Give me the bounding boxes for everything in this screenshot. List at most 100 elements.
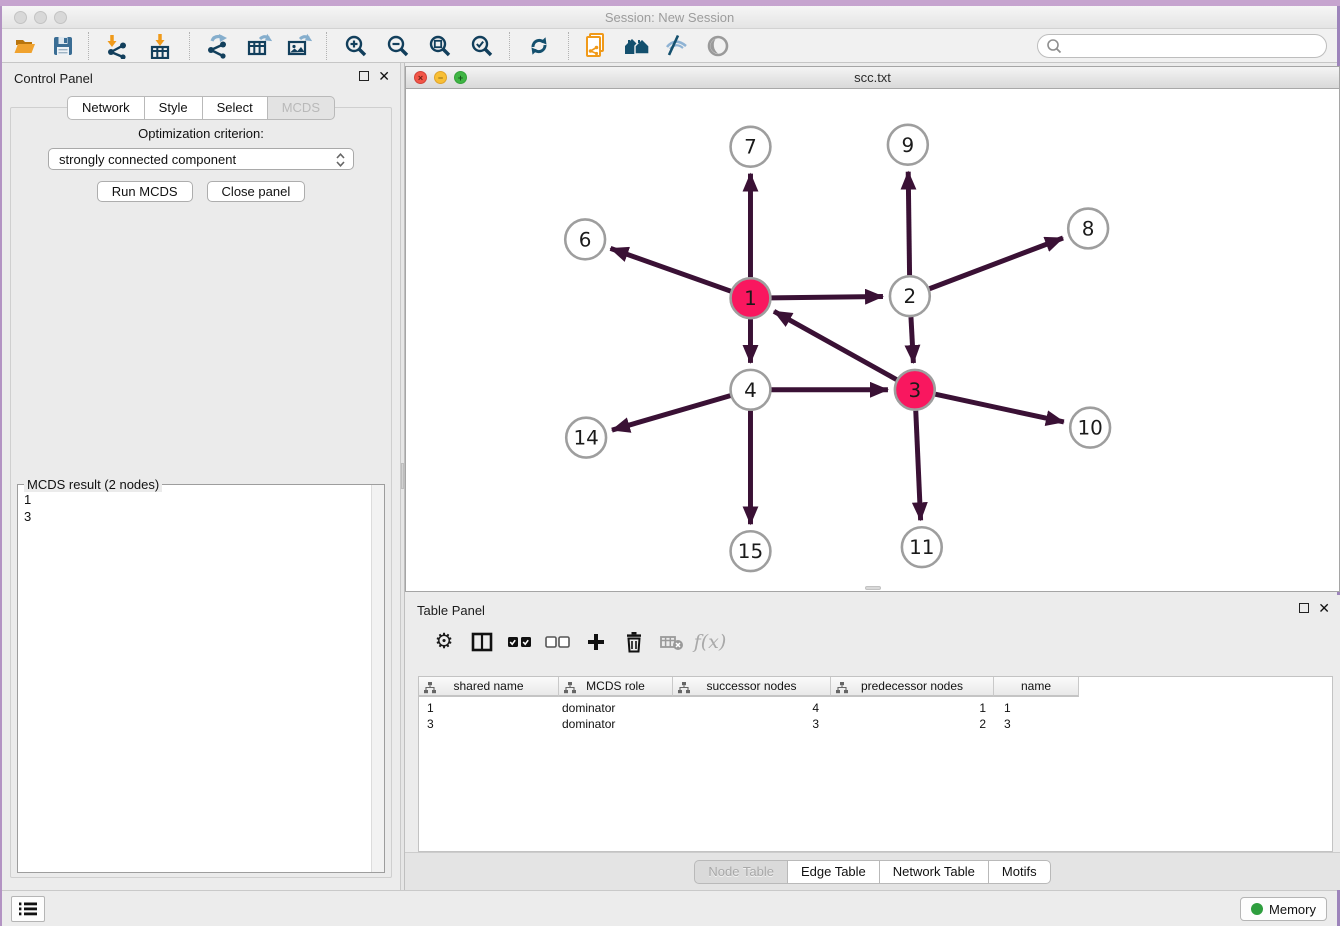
show-log-console-button[interactable] <box>11 896 45 922</box>
column-header-predecessor-nodes[interactable]: predecessor nodes <box>831 677 994 697</box>
graph-node-label-15: 15 <box>738 540 763 563</box>
graph-edge-2-3[interactable] <box>911 317 913 363</box>
tab-select[interactable]: Select <box>202 96 267 120</box>
delete-column-icon[interactable] <box>615 627 653 657</box>
hide-selected-icon[interactable] <box>663 33 689 59</box>
mcds-result-list[interactable]: 1 3 <box>18 489 370 872</box>
refresh-icon[interactable] <box>526 33 552 59</box>
table-options-gear-icon[interactable]: ⚙ <box>425 627 463 657</box>
splitter-grip[interactable] <box>401 463 404 489</box>
graph-node-label-7: 7 <box>744 136 757 159</box>
export-table-icon[interactable] <box>246 33 272 59</box>
network-window-titlebar[interactable]: × − + scc.txt <box>406 67 1339 89</box>
table-toolbar: ⚙ f(x) <box>413 621 1332 663</box>
show-columns-icon[interactable] <box>463 627 501 657</box>
tab-network[interactable]: Network <box>67 96 144 120</box>
graph-edge-2-9[interactable] <box>908 172 909 276</box>
graph-edge-4-14[interactable] <box>612 396 730 430</box>
cell-successor-nodes: 4 <box>673 700 831 716</box>
export-network-icon[interactable] <box>204 33 230 59</box>
status-bar: Memory <box>2 890 1337 926</box>
control-panel-title: Control Panel <box>14 71 93 86</box>
column-header-name[interactable]: name <box>994 677 1079 697</box>
tab-network-table[interactable]: Network Table <box>879 860 988 884</box>
mcds-result-line: 3 <box>24 508 364 525</box>
zoom-in-icon[interactable] <box>343 33 369 59</box>
close-panel-icon[interactable]: ✕ <box>378 71 390 81</box>
cell-mcds-role: dominator <box>559 716 673 732</box>
graph-node-label-4: 4 <box>744 379 757 402</box>
toolbar-separator <box>189 32 190 60</box>
search-box[interactable] <box>1037 34 1327 58</box>
cell-shared-name: 3 <box>419 716 559 732</box>
open-session-icon[interactable] <box>12 33 38 59</box>
graph-node-label-11: 11 <box>909 536 934 559</box>
tab-node-table[interactable]: Node Table <box>694 860 787 884</box>
canvas-resize-grip[interactable] <box>865 586 881 590</box>
close-panel-button[interactable]: Close panel <box>207 181 306 202</box>
optimization-criterion-select[interactable]: strongly connected component <box>48 148 354 170</box>
cell-predecessor-nodes: 1 <box>831 700 994 716</box>
network-canvas[interactable]: 1234678910111415 <box>406 89 1339 591</box>
column-header-shared-name[interactable]: shared name <box>419 677 559 697</box>
tab-style[interactable]: Style <box>144 96 202 120</box>
cell-shared-name: 1 <box>419 700 559 716</box>
graph-node-label-10: 10 <box>1077 417 1102 440</box>
close-table-panel-icon[interactable]: ✕ <box>1318 603 1330 613</box>
delete-table-icon <box>653 627 691 657</box>
search-input[interactable] <box>1062 36 1326 56</box>
table-row[interactable]: 3 dominator 3 2 3 <box>419 716 1079 732</box>
list-icon <box>18 901 38 917</box>
control-panel-tabs: Network Style Select MCDS <box>2 96 400 120</box>
tab-mcds[interactable]: MCDS <box>267 96 335 120</box>
graph-edge-1-2[interactable] <box>771 297 883 298</box>
graph-node-label-9: 9 <box>902 134 915 157</box>
memory-button[interactable]: Memory <box>1240 897 1327 921</box>
float-table-panel-icon[interactable] <box>1299 603 1309 613</box>
new-network-from-selection-icon[interactable] <box>583 33 609 59</box>
cell-predecessor-nodes: 2 <box>831 716 994 732</box>
cell-successor-nodes: 3 <box>673 716 831 732</box>
graph-edge-3-10[interactable] <box>935 394 1064 422</box>
table-row[interactable]: 1 dominator 4 1 1 <box>419 700 1079 716</box>
graph-edge-3-11[interactable] <box>916 411 921 521</box>
tab-edge-table[interactable]: Edge Table <box>787 860 879 884</box>
node-table: shared name MCDS role successor nodes pr… <box>418 676 1333 852</box>
table-panel: Table Panel ✕ ⚙ <box>405 595 1340 890</box>
graph-node-label-14: 14 <box>573 427 598 450</box>
zoom-fit-icon[interactable] <box>427 33 453 59</box>
graph-edge-1-6[interactable] <box>610 248 730 291</box>
table-tabs-bar: Node Table Edge Table Network Table Moti… <box>405 852 1340 890</box>
network-view-window: × − + scc.txt 1234678910111415 <box>405 66 1340 592</box>
export-image-icon[interactable] <box>286 33 312 59</box>
float-panel-icon[interactable] <box>359 71 369 81</box>
tab-motifs[interactable]: Motifs <box>988 860 1051 884</box>
result-scrollbar[interactable] <box>371 485 384 872</box>
toolbar-separator <box>326 32 327 60</box>
toolbar-separator <box>88 32 89 60</box>
graph-node-label-2: 2 <box>904 285 917 308</box>
column-type-icon <box>564 682 576 694</box>
graph-edge-2-8[interactable] <box>929 238 1063 289</box>
column-type-icon <box>678 682 690 694</box>
zoom-selected-icon[interactable] <box>469 33 495 59</box>
import-table-icon[interactable] <box>147 33 173 59</box>
column-header-mcds-role[interactable]: MCDS role <box>559 677 673 697</box>
column-header-successor-nodes[interactable]: successor nodes <box>673 677 831 697</box>
column-type-icon <box>424 682 436 694</box>
graph-edge-3-1[interactable] <box>774 311 897 379</box>
first-neighbors-icon[interactable] <box>623 33 649 59</box>
save-session-icon[interactable] <box>50 33 76 59</box>
zoom-out-icon[interactable] <box>385 33 411 59</box>
create-column-icon[interactable] <box>577 627 615 657</box>
cell-name: 1 <box>994 700 1079 716</box>
import-network-icon[interactable] <box>103 33 129 59</box>
network-graph[interactable]: 1234678910111415 <box>406 89 1339 591</box>
select-all-columns-icon[interactable] <box>501 627 539 657</box>
unselect-all-columns-icon[interactable] <box>539 627 577 657</box>
run-mcds-button[interactable]: Run MCDS <box>97 181 193 202</box>
graph-node-label-8: 8 <box>1082 217 1095 240</box>
show-all-icon[interactable] <box>705 33 731 59</box>
mcds-panel: Optimization criterion: strongly connect… <box>10 107 392 878</box>
control-panel: Control Panel ✕ Network Style Select MCD… <box>2 63 400 890</box>
